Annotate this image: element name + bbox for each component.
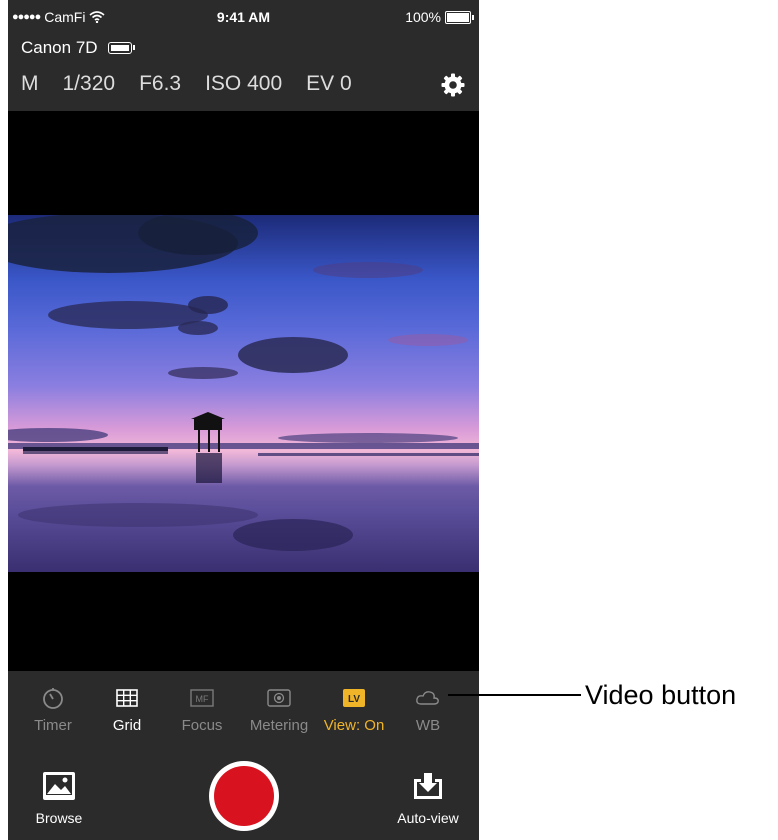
gallery-icon <box>43 772 75 800</box>
metering-label: Metering <box>249 717 309 734</box>
shutter-button[interactable] <box>209 761 279 831</box>
grid-label: Grid <box>112 717 142 734</box>
live-view-label: View: On <box>323 717 385 734</box>
shutter-value[interactable]: 1/320 <box>63 72 116 96</box>
camera-toolbar: Timer Grid MF Focus Metering LV View: On… <box>8 671 479 751</box>
ev-value[interactable]: EV 0 <box>306 72 352 96</box>
battery-percent: 100% <box>405 9 441 25</box>
focus-button[interactable]: MF Focus <box>167 685 237 734</box>
focus-label: Focus <box>181 717 223 734</box>
live-view-toggle-button[interactable]: LV View: On <box>318 685 390 734</box>
lv-icon: LV <box>343 689 365 707</box>
timer-icon <box>43 688 63 709</box>
bottom-bar: Browse Auto-view <box>8 751 479 840</box>
phone-screen: ●●●●● CamFi 9:41 AM 100% Canon 7D M 1/32… <box>8 0 479 840</box>
exposure-settings: M 1/320 F6.3 ISO 400 EV 0 <box>21 72 352 96</box>
wb-label: WB <box>415 717 441 734</box>
svg-text:LV: LV <box>348 694 360 705</box>
browse-button[interactable]: Browse <box>28 771 90 826</box>
live-view-image <box>8 215 479 572</box>
timer-label: Timer <box>34 717 72 734</box>
mode-value[interactable]: M <box>21 72 39 96</box>
battery-status: 100% <box>405 9 474 25</box>
cloud-icon <box>416 691 439 705</box>
download-tray-icon <box>414 773 442 799</box>
callout-line <box>448 694 581 696</box>
shutter-record-dot <box>214 766 274 826</box>
live-view-area[interactable] <box>8 111 479 671</box>
battery-icon <box>445 10 474 24</box>
metering-icon <box>267 689 291 707</box>
timer-button[interactable]: Timer <box>18 685 88 734</box>
iso-value[interactable]: ISO 400 <box>205 72 282 96</box>
camera-selector[interactable]: Canon 7D <box>21 38 135 58</box>
settings-gear-icon[interactable] <box>440 72 466 98</box>
status-bar: ●●●●● CamFi 9:41 AM 100% <box>8 0 479 34</box>
browse-label: Browse <box>35 810 83 826</box>
svg-text:MF: MF <box>196 694 209 704</box>
grid-icon <box>116 689 138 707</box>
mf-icon: MF <box>190 689 214 707</box>
metering-button[interactable]: Metering <box>244 685 314 734</box>
aperture-value[interactable]: F6.3 <box>139 72 181 96</box>
wb-button[interactable]: WB <box>393 685 463 734</box>
auto-view-button[interactable]: Auto-view <box>388 771 468 826</box>
grid-button[interactable]: Grid <box>92 685 162 734</box>
callout-label: Video button <box>585 680 737 710</box>
auto-view-label: Auto-view <box>397 810 459 826</box>
camera-name: Canon 7D <box>21 38 98 57</box>
camera-battery-icon <box>107 42 135 54</box>
